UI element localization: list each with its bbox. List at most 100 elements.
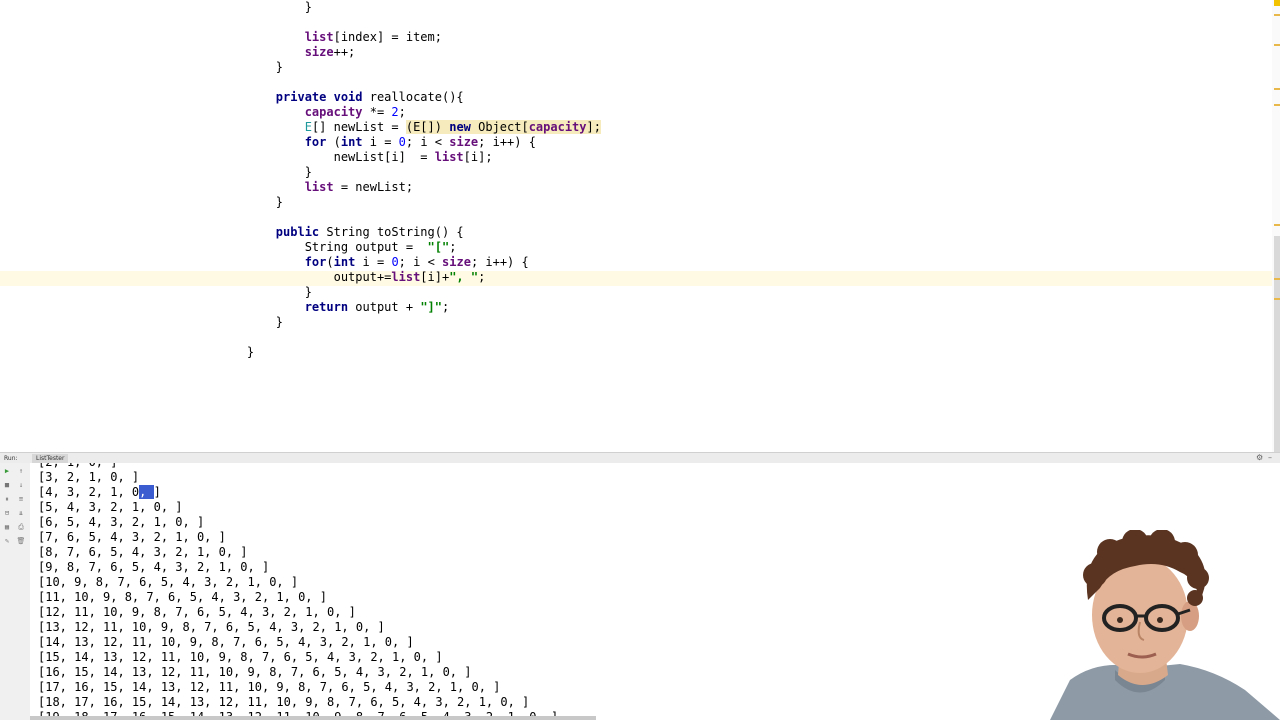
wrap-icon[interactable]: ≡ — [16, 494, 26, 504]
console-line[interactable]: [5, 4, 3, 2, 1, 0, ] — [38, 500, 183, 515]
code-token: for — [304, 135, 327, 149]
code-line[interactable]: return output + "]"; — [218, 300, 450, 315]
code-token: size — [304, 45, 334, 59]
minimize-icon[interactable]: – — [1268, 453, 1272, 462]
code-line[interactable]: private void reallocate(){ — [218, 90, 464, 105]
console-line[interactable]: [10, 9, 8, 7, 6, 5, 4, 3, 2, 1, 0, ] — [38, 575, 298, 590]
console-line[interactable]: [16, 15, 14, 13, 12, 11, 10, 9, 8, 7, 6,… — [38, 665, 471, 680]
console-line[interactable]: [18, 17, 16, 15, 14, 13, 12, 11, 10, 9, … — [38, 695, 529, 710]
code-line[interactable]: } — [218, 285, 312, 300]
error-stripe-mark[interactable] — [1274, 14, 1280, 16]
code-token: i = — [355, 255, 392, 269]
code-token: } — [275, 60, 284, 74]
console-line[interactable]: [11, 10, 9, 8, 7, 6, 5, 4, 3, 2, 1, 0, ] — [38, 590, 327, 605]
console-line[interactable]: [3, 2, 1, 0, ] — [38, 470, 139, 485]
code-token: [index] = item; — [333, 30, 442, 44]
code-line[interactable]: E[] newList = (E[]) new Object[capacity]… — [218, 120, 601, 135]
error-stripe-mark[interactable] — [1274, 104, 1280, 106]
code-token: 0 — [391, 255, 399, 269]
code-editor[interactable]: } list[index] = item; size++; } private … — [0, 0, 1280, 452]
down-icon[interactable]: ↓ — [16, 480, 26, 490]
code-line[interactable]: String output = "["; — [218, 240, 457, 255]
console-line[interactable]: [2, 1, 0, ] — [38, 463, 117, 470]
code-token: } — [275, 315, 284, 329]
code-line[interactable]: list[index] = item; — [218, 30, 442, 45]
code-token: String toString() { — [319, 225, 464, 239]
gear-icon[interactable]: ⚙ — [1256, 453, 1263, 462]
code-line[interactable]: } — [218, 0, 312, 15]
error-stripe-mark[interactable] — [1274, 88, 1280, 90]
code-token: ( — [326, 255, 334, 269]
code-line[interactable]: newList[i] = list[i]; — [218, 150, 493, 165]
code-line[interactable]: } — [218, 345, 254, 360]
run-icon[interactable]: ▶ — [2, 466, 12, 476]
code-line[interactable]: } — [218, 195, 283, 210]
code-token: output+= — [333, 270, 392, 284]
code-line[interactable]: output+=list[i]+", "; — [218, 270, 486, 285]
layout-icon[interactable]: ▦ — [2, 522, 12, 532]
console-line[interactable]: [7, 6, 5, 4, 3, 2, 1, 0, ] — [38, 530, 226, 545]
code-token: size — [442, 255, 471, 269]
console-line[interactable]: [6, 5, 4, 3, 2, 1, 0, ] — [38, 515, 204, 530]
warning-indicator-icon[interactable] — [1274, 0, 1280, 6]
code-line[interactable]: size++; — [218, 45, 356, 60]
code-token: public — [275, 225, 320, 239]
console-line[interactable]: [4, 3, 2, 1, 0, ] — [38, 485, 161, 500]
console-line[interactable]: [17, 16, 15, 14, 13, 12, 11, 10, 9, 8, 7… — [38, 680, 500, 695]
editor-scrollbar-thumb[interactable] — [1274, 236, 1280, 452]
trash-icon[interactable]: 🗑 — [16, 536, 26, 546]
presenter-webcam — [1040, 530, 1280, 720]
code-token: = newList; — [333, 180, 414, 194]
code-line[interactable]: for (int i = 0; i < size; i++) { — [218, 135, 536, 150]
code-token: size — [449, 135, 479, 149]
code-line[interactable]: public String toString() { — [218, 225, 464, 240]
pin-icon[interactable]: ✎ — [2, 536, 12, 546]
console-line[interactable]: [13, 12, 11, 10, 9, 8, 7, 6, 5, 4, 3, 2,… — [38, 620, 385, 635]
error-stripe-mark[interactable] — [1274, 298, 1280, 300]
code-line[interactable]: list = newList; — [218, 180, 413, 195]
console-line[interactable]: [8, 7, 6, 5, 4, 3, 2, 1, 0, ] — [38, 545, 248, 560]
console-line[interactable]: [15, 14, 13, 12, 11, 10, 9, 8, 7, 6, 5, … — [38, 650, 443, 665]
run-tab-listtester[interactable]: ListTester — [32, 454, 69, 463]
console-line[interactable]: [9, 8, 7, 6, 5, 4, 3, 2, 1, 0, ] — [38, 560, 269, 575]
up-icon[interactable]: ↑ — [16, 466, 26, 476]
dump-icon[interactable]: ⊟ — [2, 508, 12, 518]
console-line[interactable]: [14, 13, 12, 11, 10, 9, 8, 7, 6, 5, 4, 3… — [38, 635, 414, 650]
code-line[interactable]: for(int i = 0; i < size; i++) { — [218, 255, 529, 270]
error-stripe-mark[interactable] — [1274, 44, 1280, 46]
code-line[interactable]: } — [218, 165, 312, 180]
code-token: list — [434, 150, 464, 164]
run-toolbar: ▶ ↑ ■ ↓ ⏸ ≡ ⊟ ⇊ ▦ ⎙ ✎ 🗑 — [0, 463, 31, 720]
code-line[interactable]: capacity *= 2; — [218, 105, 406, 120]
code-token: newList[i] = — [333, 150, 435, 164]
error-stripe-mark[interactable] — [1274, 224, 1280, 226]
stop-icon[interactable]: ■ — [2, 480, 12, 490]
scroll-icon[interactable]: ⇊ — [16, 508, 26, 518]
code-token: for — [304, 255, 327, 269]
code-token: [i]; — [463, 150, 493, 164]
code-line[interactable]: } — [218, 315, 283, 330]
code-token: } — [304, 165, 312, 179]
code-line[interactable]: } — [218, 60, 283, 75]
code-token: list — [391, 270, 421, 284]
code-token: new — [449, 120, 471, 134]
print-icon[interactable]: ⎙ — [16, 522, 26, 532]
error-stripe-mark[interactable] — [1274, 278, 1280, 280]
code-token: 0 — [398, 135, 406, 149]
code-token: [] newList = — [311, 120, 406, 134]
console-line[interactable]: [12, 11, 10, 9, 8, 7, 6, 5, 4, 3, 2, 1, … — [38, 605, 356, 620]
code-token: ]; — [586, 120, 601, 134]
code-token: E — [304, 120, 312, 134]
console-horizontal-scrollbar[interactable] — [30, 716, 596, 720]
pause-icon[interactable]: ⏸ — [2, 494, 12, 504]
